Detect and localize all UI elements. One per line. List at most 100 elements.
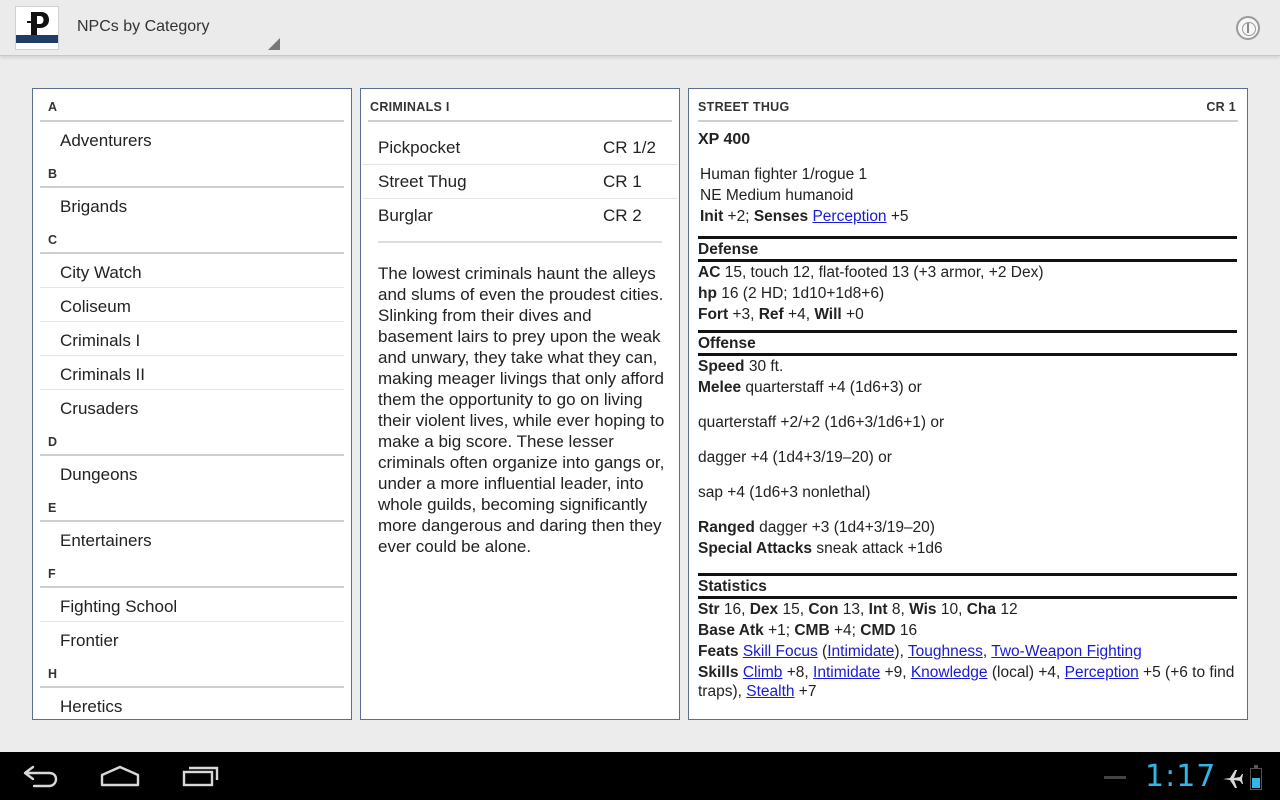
init-label: Init [700, 208, 724, 225]
category-item[interactable]: Fighting School [40, 588, 344, 622]
clock[interactable]: 1:17 [1145, 759, 1216, 794]
npc-list-item[interactable]: Burglar CR 2 [362, 199, 678, 233]
speed-label: Speed [698, 358, 745, 375]
airplane-mode-icon [1223, 770, 1243, 788]
special-attacks-label: Special Attacks [698, 540, 813, 557]
con-label: Con [808, 601, 839, 618]
skills-line: Skills Climb +8, Intimidate +9, Knowledg… [698, 663, 1237, 701]
category-item[interactable]: Dungeons [40, 456, 344, 490]
int-value: 8, [887, 601, 910, 618]
ac-value: 15, touch 12, flat-footed 13 (+3 armor, … [720, 264, 1044, 281]
bab-value: +1; [763, 622, 795, 639]
skill-value: +8, [782, 664, 814, 681]
knowledge-link[interactable]: Knowledge [911, 664, 988, 681]
category-item[interactable]: Criminals II [40, 356, 344, 390]
wis-label: Wis [909, 601, 937, 618]
home-icon[interactable] [100, 765, 140, 787]
battery-level [1252, 778, 1260, 788]
category-item[interactable]: Frontier [40, 622, 344, 656]
special-attacks-value: sneak attack +1d6 [812, 540, 943, 557]
feats-line: Feats Skill Focus (Intimidate), Toughnes… [698, 641, 1237, 662]
notification-dash-icon [1104, 776, 1126, 779]
melee-alt-line: dagger +4 (1d4+3/19–20) or [698, 449, 892, 466]
fort-label: Fort [698, 306, 729, 323]
category-item[interactable]: Adventurers [40, 122, 344, 156]
paizo-logo-icon[interactable] [15, 6, 59, 50]
perception-skill-link[interactable]: Perception [1065, 664, 1139, 681]
ranged-label: Ranged [698, 519, 755, 536]
two-weapon-fighting-link[interactable]: Two-Weapon Fighting [991, 643, 1142, 660]
cmd-value: 16 [895, 622, 918, 639]
melee-line: Melee quarterstaff +4 (1d6+3) or [698, 377, 1237, 398]
perception-link[interactable]: Perception [812, 208, 886, 225]
category-spinner-indicator[interactable] [268, 38, 280, 50]
stat-block-header: STREET THUG CR 1 [698, 89, 1238, 122]
class-line: Human fighter 1/rogue 1 [700, 166, 868, 183]
app-title[interactable]: NPCs by Category [77, 18, 210, 36]
cmb-label: CMB [794, 622, 830, 639]
section-letter-header: D [40, 424, 344, 456]
stat-block-panel: STREET THUG CR 1 XP 400 Human fighter 1/… [688, 88, 1248, 720]
category-heading: CRIMINALS I [368, 89, 672, 122]
wis-value: 10, [936, 601, 967, 618]
feat-punct: ( [817, 643, 828, 660]
category-item[interactable]: Crusaders [40, 390, 344, 424]
category-item[interactable]: Heretics [40, 688, 344, 719]
defense-section-header: Defense [698, 236, 1237, 262]
category-item[interactable]: City Watch [40, 254, 344, 288]
ref-label: Ref [758, 306, 784, 323]
cha-value: 12 [996, 601, 1018, 618]
action-bar: NPCs by Category [0, 0, 1280, 56]
back-icon[interactable] [22, 765, 58, 789]
skill-value: +7 [794, 683, 817, 700]
skill-focus-link[interactable]: Skill Focus [743, 643, 818, 660]
npc-list-item[interactable]: Street Thug CR 1 [362, 165, 678, 199]
senses-label: Senses [753, 208, 809, 225]
combat-maneuver-line: Base Atk +1; CMB +4; CMD 16 [698, 620, 1237, 641]
section-letter-header: H [40, 656, 344, 688]
hp-line: hp 16 (2 HD; 1d10+1d8+6) [698, 283, 1237, 304]
section-letter-header: E [40, 490, 344, 522]
system-nav-bar: 1:17 [0, 752, 1280, 800]
category-item[interactable]: Brigands [40, 188, 344, 222]
battery-icon [1250, 765, 1262, 790]
ranged-value: dagger +3 (1d4+3/19–20) [754, 519, 935, 536]
summary-block: Human fighter 1/rogue 1 NE Medium humano… [698, 164, 1237, 227]
ref-value: +4, [783, 306, 815, 323]
info-icon[interactable] [1236, 16, 1260, 40]
climb-link[interactable]: Climb [743, 664, 783, 681]
init-senses-line: Init +2; Senses Perception +5 [700, 206, 1237, 227]
will-label: Will [814, 306, 842, 323]
melee-value: quarterstaff +4 (1d6+3) or [741, 379, 922, 396]
section-letter-header: B [40, 156, 344, 188]
divider [378, 241, 662, 243]
npc-cr: CR 1/2 [603, 138, 656, 157]
category-item[interactable]: Entertainers [40, 522, 344, 556]
skill-value: +9, [880, 664, 911, 681]
intimidate-skill-link[interactable]: Intimidate [813, 664, 880, 681]
defense-title: Defense [698, 241, 759, 258]
ac-line: AC 15, touch 12, flat-footed 13 (+3 armo… [698, 262, 1237, 283]
section-letter-header: C [40, 222, 344, 254]
npc-list-item[interactable]: Pickpocket CR 1/2 [362, 131, 678, 165]
dex-value: 15, [778, 601, 809, 618]
speed-line: Speed 30 ft. [698, 356, 1237, 377]
stealth-link[interactable]: Stealth [746, 683, 794, 700]
intimidate-link[interactable]: Intimidate [827, 643, 894, 660]
str-value: 16, [719, 601, 750, 618]
toughness-link[interactable]: Toughness [908, 643, 983, 660]
int-label: Int [868, 601, 888, 618]
ability-scores-line: Str 16, Dex 15, Con 13, Int 8, Wis 10, C… [698, 599, 1237, 620]
npc-cr: CR 1 [1206, 100, 1236, 114]
statistics-title: Statistics [698, 578, 767, 595]
npc-cr: CR 1 [603, 172, 642, 191]
recent-apps-icon[interactable] [182, 765, 220, 787]
hp-label: hp [698, 285, 717, 302]
str-label: Str [698, 601, 720, 618]
special-attacks-line: Special Attacks sneak attack +1d6 [698, 538, 1237, 559]
melee-alt-line: quarterstaff +2/+2 (1d6+3/1d6+1) or [698, 414, 945, 431]
senses-value: +5 [886, 208, 909, 225]
category-item[interactable]: Criminals I [40, 322, 344, 356]
category-item[interactable]: Coliseum [40, 288, 344, 322]
hp-value: 16 (2 HD; 1d10+1d8+6) [716, 285, 885, 302]
